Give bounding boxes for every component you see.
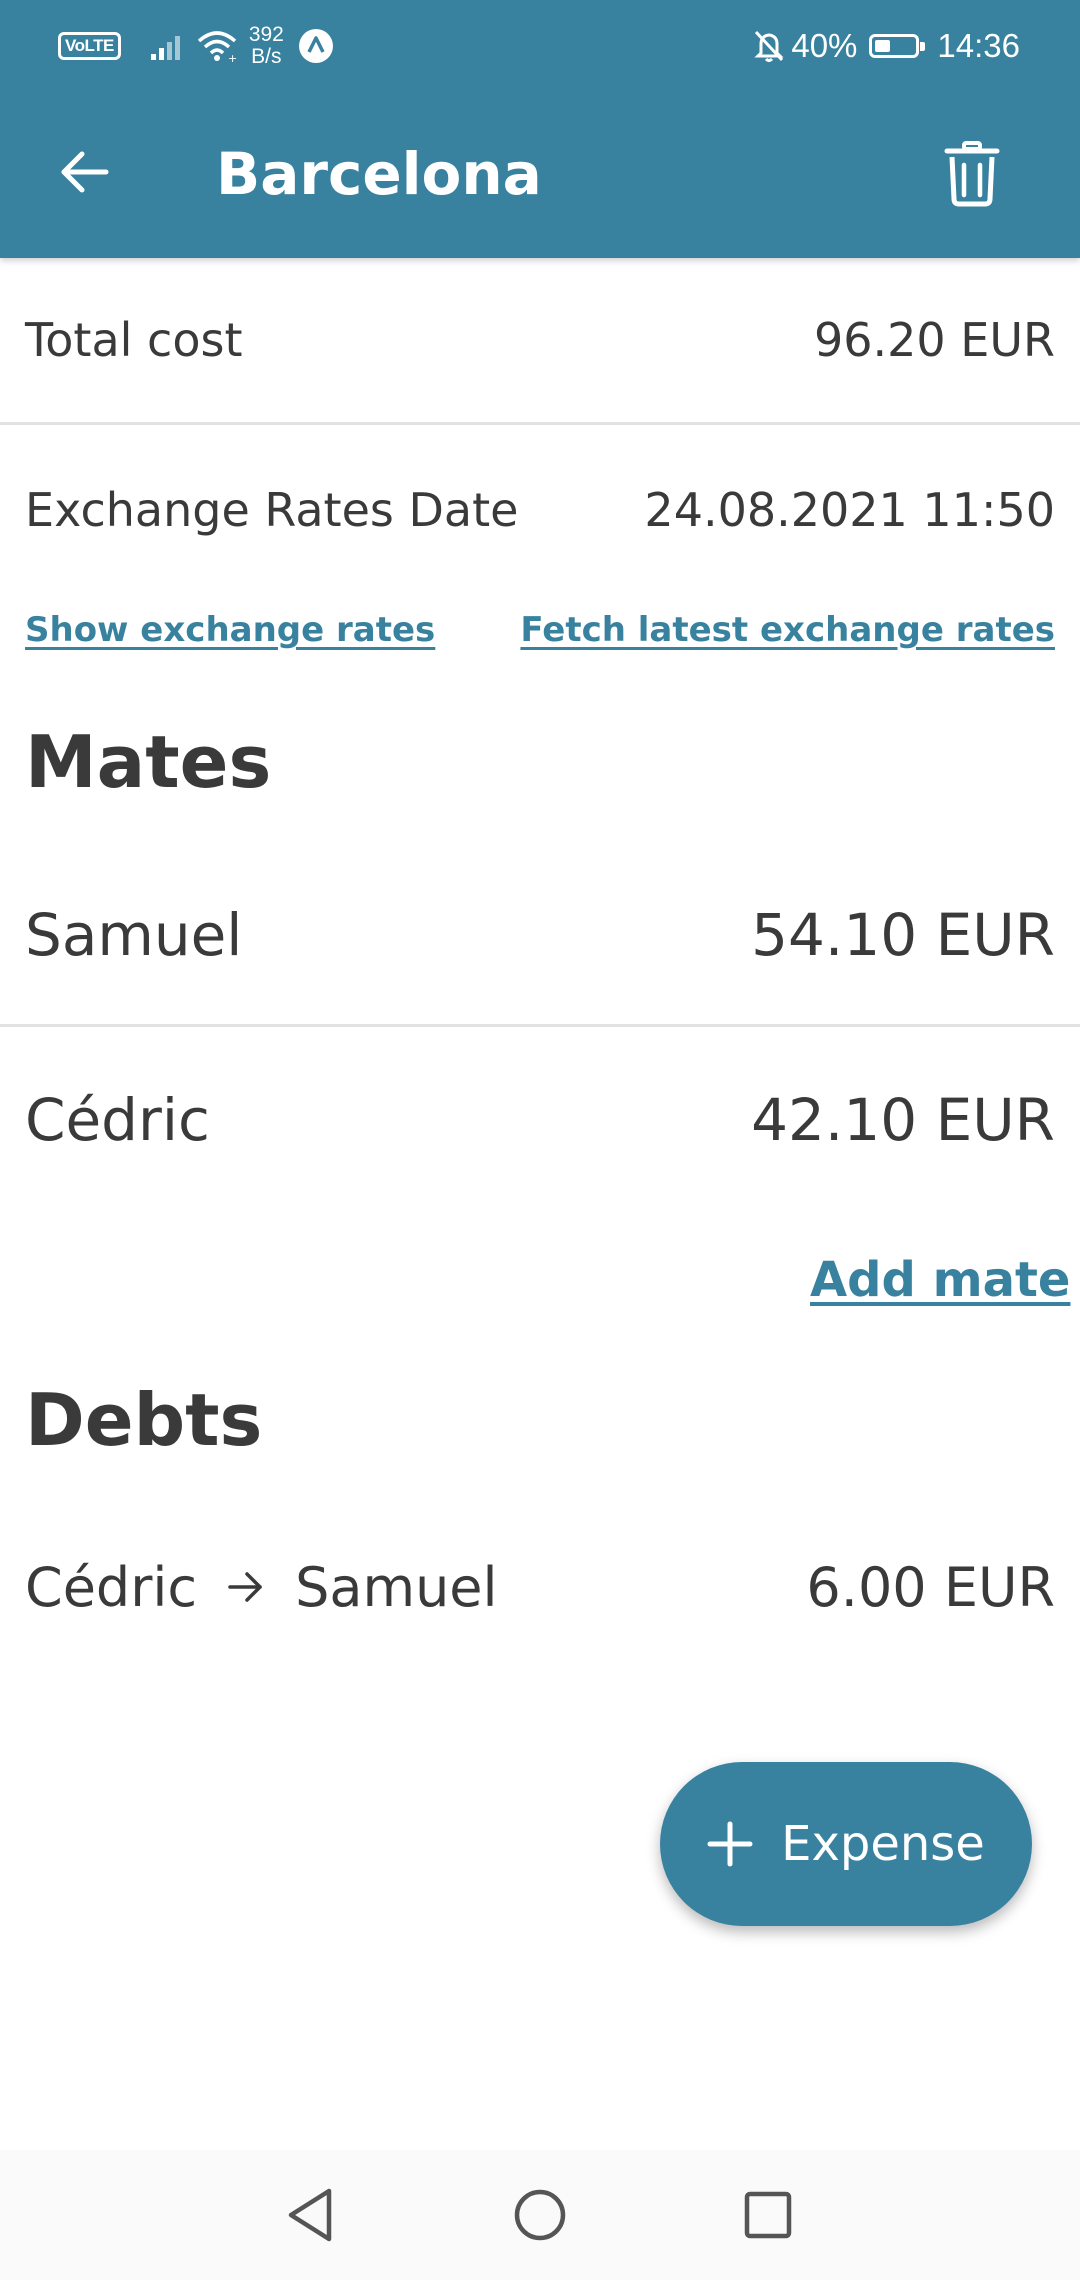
mate-name: Samuel [25, 901, 243, 969]
net-speed-unit: B/s [251, 45, 282, 68]
mate-row[interactable]: Samuel 54.10 EUR [25, 890, 1055, 980]
trash-icon [944, 141, 1000, 207]
cellular-signal-icon [150, 32, 187, 60]
system-nav-bar [0, 2150, 1080, 2280]
total-cost-value: 96.20 EUR [813, 313, 1055, 367]
triangle-back-icon [285, 2187, 335, 2243]
mates-section-title: Mates [25, 720, 272, 804]
nav-back-button[interactable] [270, 2175, 350, 2255]
add-expense-button[interactable]: Expense [660, 1762, 1032, 1926]
debt-amount: 6.00 EUR [806, 1555, 1055, 1619]
mate-name: Cédric [25, 1086, 210, 1154]
volte-badge: VoLTE [58, 32, 121, 60]
add-expense-label: Expense [781, 1816, 985, 1872]
plus-icon [707, 1821, 753, 1867]
fetch-exchange-rates-link[interactable]: Fetch latest exchange rates [520, 610, 1055, 650]
debt-parties: Cédric Samuel [25, 1556, 498, 1619]
nav-recents-button[interactable] [728, 2175, 808, 2255]
divider [0, 422, 1080, 425]
total-cost-label: Total cost [25, 313, 243, 367]
wifi-icon: + [195, 29, 239, 63]
battery-icon [869, 34, 926, 58]
exchange-rates-date-row: Exchange Rates Date 24.08.2021 11:50 [25, 470, 1055, 550]
debts-section-title: Debts [25, 1378, 263, 1462]
clock-time: 14:36 [937, 27, 1020, 64]
circle-home-icon [513, 2188, 567, 2242]
total-cost-row: Total cost 96.20 EUR [25, 300, 1055, 380]
debt-to: Samuel [295, 1555, 498, 1619]
page-title: Barcelona [216, 140, 542, 208]
net-speed: 392 B/s [249, 24, 284, 68]
battery-percent: 40% [791, 27, 858, 64]
bell-off-icon [753, 29, 785, 63]
battery-level-fill [875, 40, 891, 52]
add-mate-link[interactable]: Add mate [810, 1250, 1070, 1310]
debt-from: Cédric [25, 1555, 198, 1619]
arrow-right-icon [227, 1570, 265, 1604]
mate-amount: 54.10 EUR [751, 901, 1055, 969]
app-notification-icon [298, 28, 334, 64]
exchange-rates-date-value: 24.08.2021 11:50 [644, 483, 1055, 537]
show-exchange-rates-link[interactable]: Show exchange rates [25, 610, 435, 650]
nav-home-button[interactable] [500, 2175, 580, 2255]
exchange-rate-links: Show exchange rates Fetch latest exchang… [25, 602, 1055, 658]
status-bar-right: 40% 14:36 [753, 18, 1020, 74]
net-speed-value: 392 [248, 23, 284, 46]
mate-amount: 42.10 EUR [751, 1086, 1055, 1154]
app-bar: VoLTE + 392 B/s 40% 14:36 Barcelona [0, 0, 1080, 258]
divider [0, 1024, 1080, 1027]
square-recents-icon [743, 2190, 793, 2240]
status-bar-left: VoLTE + 392 B/s [58, 18, 334, 74]
toolbar: Barcelona [0, 110, 1080, 240]
mate-row[interactable]: Cédric 42.10 EUR [25, 1075, 1055, 1165]
delete-button[interactable] [932, 130, 1012, 218]
arrow-left-icon [58, 150, 110, 194]
debt-row: Cédric Samuel 6.00 EUR [25, 1545, 1055, 1629]
back-button[interactable] [44, 132, 124, 212]
exchange-rates-date-label: Exchange Rates Date [25, 483, 519, 537]
svg-text:+: + [228, 52, 237, 63]
status-bar: VoLTE + 392 B/s 40% 14:36 [0, 0, 1080, 92]
